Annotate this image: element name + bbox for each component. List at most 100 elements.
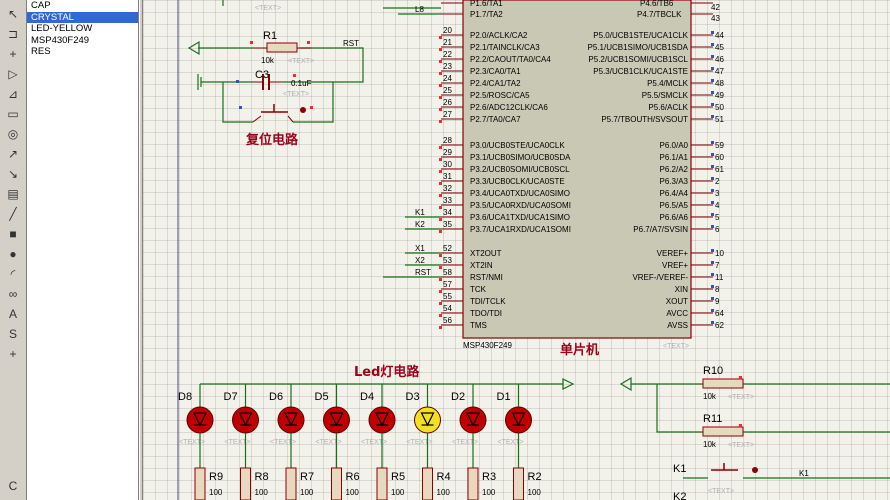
voltage-probe-icon[interactable]: ↗	[5, 146, 21, 162]
pin-marker	[711, 297, 714, 300]
k2-ref: K2	[673, 491, 686, 500]
resistor-r1[interactable]	[266, 42, 298, 53]
pin-marker	[711, 249, 714, 252]
led-d6[interactable]	[277, 406, 305, 434]
mcu-chip[interactable]: P1.6/TA1 P1.7/TA2 P4.6/TB6 P4.7/TBCLK 42…	[383, 0, 724, 358]
line-tool-icon[interactable]: ╱	[5, 206, 21, 222]
pin-label: P2.3/CA0/TA1	[470, 67, 521, 76]
resistor-r7[interactable]	[285, 467, 297, 500]
pin-label: P6.0/A0	[660, 141, 689, 150]
resistor-r10[interactable]	[702, 378, 744, 389]
resistor-r9[interactable]	[194, 467, 206, 500]
pin-label: P5.2/UCB1SOMI/UCB1SCL	[588, 55, 688, 64]
pin-marker	[439, 84, 442, 87]
pin-marker	[439, 60, 442, 63]
pin-marker	[711, 165, 714, 168]
net-l8: L8	[415, 5, 424, 14]
pin-marker	[711, 43, 714, 46]
select-arrow-icon[interactable]: ↖	[5, 6, 21, 22]
led-text-tag: <TEXT>	[270, 439, 296, 446]
resistor-r11[interactable]	[702, 426, 744, 437]
resistor-r4[interactable]	[422, 467, 433, 500]
device-item-cap[interactable]: CAP	[27, 0, 138, 12]
generator-icon[interactable]: ◎	[5, 126, 21, 142]
rotate-icon[interactable]: C	[5, 478, 21, 494]
r1-text-tag: <TEXT>	[288, 58, 314, 65]
pin-label: P2.4/CA1/TA2	[470, 79, 521, 88]
device-item-led-yellow[interactable]: LED-YELLOW	[27, 23, 138, 35]
circle-tool-icon[interactable]: ●	[5, 246, 21, 262]
led-text-tag: <TEXT>	[452, 439, 478, 446]
pin-label-p1-6: P1.6/TA1	[470, 0, 503, 8]
resistor-r5[interactable]	[376, 467, 388, 500]
tape-recorder-icon[interactable]: ▭	[5, 106, 21, 122]
reset-circuit-title: 复位电路	[245, 132, 299, 148]
net-k1-right: K1	[799, 469, 809, 478]
pin-num-7: 7	[715, 261, 720, 270]
junction-dot-icon[interactable]: +	[5, 46, 21, 62]
pin-marker	[439, 290, 442, 293]
device-item-msp430f249[interactable]: MSP430F249	[27, 35, 138, 47]
pin-marker	[439, 170, 442, 173]
pin-num-9: 9	[715, 297, 720, 306]
led-d1[interactable]	[505, 406, 532, 434]
pin-marker	[439, 194, 442, 197]
device-item-crystal[interactable]: CRYSTAL	[27, 11, 138, 23]
r10-text-tag: <TEXT>	[728, 394, 754, 401]
text-tool-icon[interactable]: A	[5, 306, 21, 322]
led-d7[interactable]	[232, 406, 259, 434]
pin-marker	[711, 201, 714, 204]
graph-icon[interactable]: ⊿	[5, 86, 21, 102]
resistor-r3[interactable]	[467, 467, 479, 500]
pin-num-27: 27	[443, 110, 452, 119]
pin-num-6: 6	[715, 225, 720, 234]
symbol-tool-icon[interactable]: S	[5, 326, 21, 342]
led-d2[interactable]	[459, 406, 487, 434]
res-value: 100	[391, 488, 405, 497]
led-d5[interactable]	[323, 406, 350, 434]
led-d3[interactable]	[414, 406, 441, 434]
pin-label: P5.1/UCB1SIMO/UCB1SDA	[588, 43, 689, 52]
pin-label: P3.1/UCB0SIMO/UCB0SDA	[470, 153, 571, 162]
pin-label: VEREF+	[657, 249, 689, 258]
pin-num-29: 29	[443, 148, 452, 157]
arc-tool-icon[interactable]: ◜	[5, 266, 21, 282]
pin-num-55: 55	[443, 292, 452, 301]
res-ref-r9: R9	[209, 471, 223, 483]
component-mode-icon[interactable]: ⊐	[5, 26, 21, 42]
resistor-r6[interactable]	[331, 467, 342, 500]
pin-label: P3.0/UCB0STE/UCA0CLK	[470, 141, 565, 150]
path-tool-icon[interactable]: ∞	[5, 286, 21, 302]
schematic-canvas[interactable]: <TEXT> R1 10k <TEXT> RST C3 0.1uF <TEXT>…	[143, 0, 890, 500]
pin-num-59: 59	[715, 141, 724, 150]
pin-label: TMS	[470, 321, 487, 330]
current-probe-icon[interactable]: ↘	[5, 166, 21, 182]
pin-label: RST/NMI	[470, 273, 503, 282]
pin-num-35: 35	[443, 220, 452, 229]
pin-marker	[711, 91, 714, 94]
led-d4[interactable]	[368, 406, 396, 434]
pin-label: VREF-/VEREF-	[632, 273, 688, 282]
net-k2: K2	[415, 220, 425, 229]
device-item-res[interactable]: RES	[27, 46, 138, 58]
reset-circuit: <TEXT> R1 10k <TEXT> RST C3 0.1uF <TEXT>…	[187, 0, 364, 148]
res-value: 100	[255, 488, 269, 497]
led-d8[interactable]	[186, 406, 214, 434]
virtual-instrument-icon[interactable]: ▤	[5, 186, 21, 202]
chip-text-tag: <TEXT>	[663, 343, 689, 350]
pin-num-43: 43	[711, 14, 720, 23]
pin-label: P3.2/UCB0SOMI/UCB0SCL	[470, 165, 570, 174]
pin-marker	[439, 158, 442, 161]
res-value: 100	[300, 488, 314, 497]
led-ref-d5: D5	[315, 391, 329, 403]
pin-marker	[439, 36, 442, 39]
marker-tool-icon[interactable]: +	[5, 346, 21, 362]
resistor-r2[interactable]	[513, 467, 524, 500]
resistor-r8[interactable]	[240, 467, 251, 500]
pin-label: P2.7/TA0/CA7	[470, 115, 521, 124]
pin-label-p4-6: P4.6/TB6	[640, 0, 674, 8]
pin-num-48: 48	[715, 79, 724, 88]
box-tool-icon[interactable]: ■	[5, 226, 21, 242]
pin-marker	[711, 115, 714, 118]
wire-label-icon[interactable]: ▷	[5, 66, 21, 82]
